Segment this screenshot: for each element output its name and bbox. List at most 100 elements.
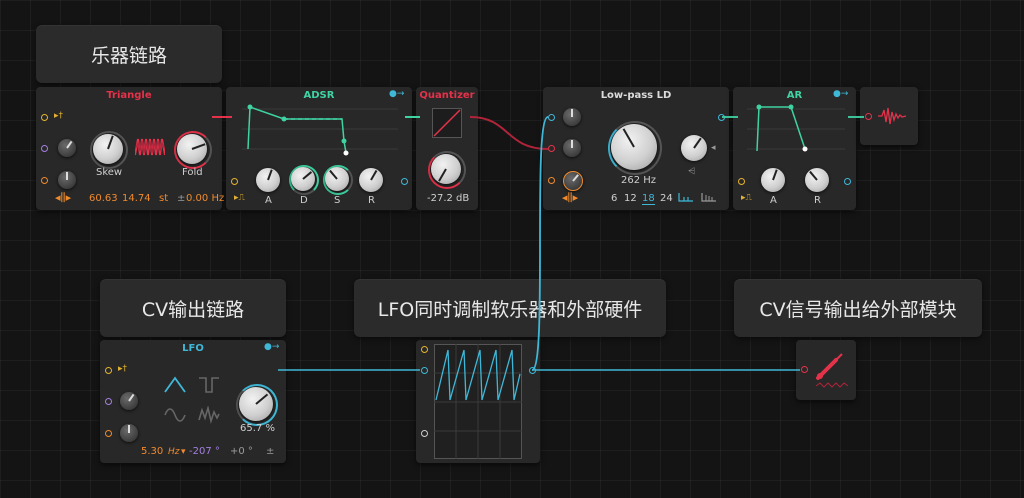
cv-out-device[interactable] xyxy=(796,340,856,400)
scope-in-port[interactable] xyxy=(421,367,428,374)
cv-jack-icon xyxy=(815,353,849,388)
lfo-retrig-port[interactable] xyxy=(105,367,112,374)
ar-output-icon: ●→ xyxy=(833,89,849,99)
lfo-retrig-icon: ▸† xyxy=(118,364,128,374)
lfo-rate-port[interactable] xyxy=(105,430,112,437)
ar-attack-knob[interactable] xyxy=(761,168,785,192)
lowpass-mode-icon[interactable] xyxy=(678,191,694,203)
wavefold-icon xyxy=(135,135,165,161)
lowpass-mod2-knob[interactable] xyxy=(563,139,581,157)
resonance-arrow-icon: ◂ xyxy=(711,143,716,153)
keyboard-icon: ◂⫼▸ xyxy=(55,191,72,204)
label-instrument-chain-text: 乐器链路 xyxy=(90,44,167,67)
skew-knob[interactable] xyxy=(93,134,123,164)
lowpass-cutoff-value[interactable]: 262 Hz xyxy=(621,175,656,186)
ar-gate-port[interactable] xyxy=(738,178,745,185)
fold-knob[interactable] xyxy=(177,134,207,164)
audio-out-icon xyxy=(878,107,906,125)
lowpass-slope-18[interactable]: 18 xyxy=(642,193,655,205)
lfo-random-wave-icon[interactable] xyxy=(198,406,220,424)
lowpass-device[interactable]: Low-pass LD ◂⫼▸ 262 Hz ◂ ⩤ 6 12 18 24 xyxy=(543,87,729,210)
ar-out-port[interactable] xyxy=(844,178,851,185)
lfo-rate-knob[interactable] xyxy=(120,424,138,442)
ar-attack-label: A xyxy=(770,195,777,206)
lowpass-resonance-knob[interactable] xyxy=(681,135,707,161)
adsr-title: ADSR xyxy=(303,90,335,101)
adsr-sustain-label: S xyxy=(334,195,341,206)
triangle-plusminus: ± xyxy=(177,193,186,204)
adsr-out-port[interactable] xyxy=(401,178,408,185)
scope-trigger-port[interactable] xyxy=(421,346,428,353)
triangle-semitones-value[interactable]: 14.74 xyxy=(122,193,151,204)
lowpass-mod3-knob[interactable] xyxy=(563,171,583,191)
ar-device[interactable]: AR ●→ ▸⎍ A R xyxy=(733,87,856,210)
audio-out-port[interactable] xyxy=(865,113,872,120)
skew-label: Skew xyxy=(96,167,123,178)
label-cv-signal-text: CV信号输出给外部模块 xyxy=(759,298,957,321)
triangle-pitch-value[interactable]: 60.63 xyxy=(89,193,118,204)
lowpass-cv-port[interactable] xyxy=(548,177,555,184)
ar-release-knob[interactable] xyxy=(805,168,829,192)
audio-out-device[interactable] xyxy=(860,87,918,145)
adsr-release-label: R xyxy=(368,195,375,206)
quantizer-display xyxy=(432,108,462,138)
label-lfo-mod-text: LFO同时调制软乐器和外部硬件 xyxy=(377,298,643,321)
triangle-mod-knob[interactable] xyxy=(58,139,76,157)
triangle-device[interactable]: Triangle ▸† Skew Fold ◂⫼▸ 60.63 14.74 st… xyxy=(36,87,224,210)
lfo-amount-value[interactable]: 65.7 % xyxy=(240,423,275,434)
lfo-rate-value[interactable]: 5.30 xyxy=(141,446,163,457)
lfo-mod-port[interactable] xyxy=(105,398,112,405)
quantizer-title: Quantizer xyxy=(419,90,475,101)
cv-out-in-port[interactable] xyxy=(801,366,808,373)
adsr-decay-label: D xyxy=(300,195,308,206)
resonance-shape-icon: ⩤ xyxy=(688,167,696,177)
lfo-square-wave-icon[interactable] xyxy=(198,376,220,394)
scope-aux-port[interactable] xyxy=(421,430,428,437)
lowpass-mod1-knob[interactable] xyxy=(563,108,581,126)
lowpass-audio-port[interactable] xyxy=(548,145,555,152)
triangle-pitch-port[interactable] xyxy=(41,114,48,121)
lfo-device[interactable]: LFO ●→ ▸† 65.7 % 5.30 Hz ▾ -207 ° +0 ° ± xyxy=(100,340,286,463)
lfo-triangle-wave-icon[interactable] xyxy=(164,376,186,394)
lfo-plusminus: ± xyxy=(266,446,275,457)
lowpass-slope-6[interactable]: 6 xyxy=(611,193,617,204)
triangle-mod-port[interactable] xyxy=(41,145,48,152)
quantizer-device[interactable]: Quantizer -27.2 dB xyxy=(416,87,478,210)
label-cv-signal: CV信号输出给外部模块 xyxy=(734,279,982,337)
triangle-fm-port[interactable] xyxy=(41,177,48,184)
lowpass-comb-icon[interactable] xyxy=(701,191,717,203)
triangle-fm-knob[interactable] xyxy=(58,171,76,189)
scope-out-port[interactable] xyxy=(529,367,536,374)
lowpass-cutoff-knob[interactable] xyxy=(611,124,657,170)
lowpass-slope-24[interactable]: 24 xyxy=(660,193,673,204)
triangle-semitone-unit: st xyxy=(159,193,169,204)
quantizer-level-knob[interactable] xyxy=(431,154,461,184)
triangle-freq-value[interactable]: 0.00 Hz xyxy=(186,193,224,204)
lfo-rate-dropdown-icon[interactable]: ▾ xyxy=(181,447,186,457)
adsr-release-knob[interactable] xyxy=(359,168,383,192)
ar-gate-icon: ▸⎍ xyxy=(741,193,752,203)
adsr-gate-port[interactable] xyxy=(231,178,238,185)
label-cv-chain: CV输出链路 xyxy=(100,279,286,337)
lfo-rate-unit: Hz xyxy=(168,447,180,457)
adsr-attack-knob[interactable] xyxy=(256,168,280,192)
lowpass-slope-12[interactable]: 12 xyxy=(624,193,637,204)
cable-quantizer-lowpass xyxy=(469,116,549,150)
adsr-device[interactable]: ADSR ●→ ▸⎍ A D S R xyxy=(226,87,412,210)
lfo-sine-wave-icon[interactable] xyxy=(164,406,186,424)
lfo-mod-knob[interactable] xyxy=(120,392,138,410)
lowpass-in-port[interactable] xyxy=(548,114,555,121)
lowpass-keyboard-icon: ◂⫼▸ xyxy=(562,191,579,204)
lfo-offset-value[interactable]: +0 ° xyxy=(230,446,253,457)
lfo-title: LFO xyxy=(182,343,204,354)
scope-device[interactable] xyxy=(416,340,540,463)
fold-label: Fold xyxy=(182,167,203,178)
label-lfo-mod: LFO同时调制软乐器和外部硬件 xyxy=(354,279,666,337)
ar-release-label: R xyxy=(814,195,821,206)
lowpass-out-port[interactable] xyxy=(718,114,725,121)
lfo-phase-value[interactable]: -207 ° xyxy=(189,446,220,457)
adsr-decay-knob[interactable] xyxy=(291,167,315,191)
quantizer-level-value[interactable]: -27.2 dB xyxy=(427,193,469,204)
lfo-amount-knob[interactable] xyxy=(239,387,273,421)
adsr-sustain-knob[interactable] xyxy=(325,167,349,191)
